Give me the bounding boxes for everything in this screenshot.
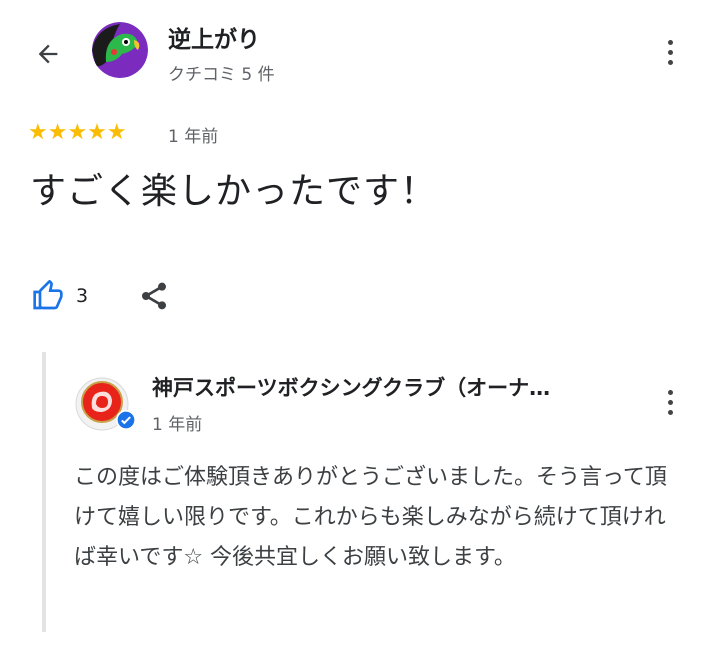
- reviewer-review-count: クチコミ 5 件: [168, 65, 275, 85]
- reviewer-avatar[interactable]: [92, 22, 148, 78]
- review-more-button[interactable]: [656, 32, 684, 72]
- more-vertical-icon: [667, 389, 673, 415]
- reply-date: 1 年前: [152, 415, 203, 435]
- reply-divider: [42, 352, 46, 632]
- share-icon: [142, 282, 166, 310]
- reply-more-button[interactable]: [656, 382, 684, 422]
- like-button[interactable]: 3: [32, 280, 88, 312]
- star-rating: ★★★★★: [28, 120, 127, 145]
- reply-text: この度はご体験頂きありがとうございました。そう言って頂けて嬉しい限りです。これか…: [74, 465, 667, 570]
- owner-name[interactable]: 神戸スポーツボクシングクラブ（オーナ…: [152, 372, 632, 402]
- owner-avatar[interactable]: [72, 374, 136, 438]
- review-text: すごく楽しかったです！: [30, 171, 438, 212]
- thumbs-up-icon: [33, 280, 63, 310]
- back-button[interactable]: [26, 32, 70, 76]
- more-vertical-icon: [667, 39, 673, 65]
- arrow-left-icon: [38, 44, 58, 64]
- like-count: 3: [76, 285, 89, 307]
- review-date: 1 年前: [168, 127, 219, 147]
- reviewer-name[interactable]: 逆上がり: [168, 20, 260, 54]
- share-button[interactable]: [138, 280, 170, 316]
- verified-check-icon: [116, 410, 136, 430]
